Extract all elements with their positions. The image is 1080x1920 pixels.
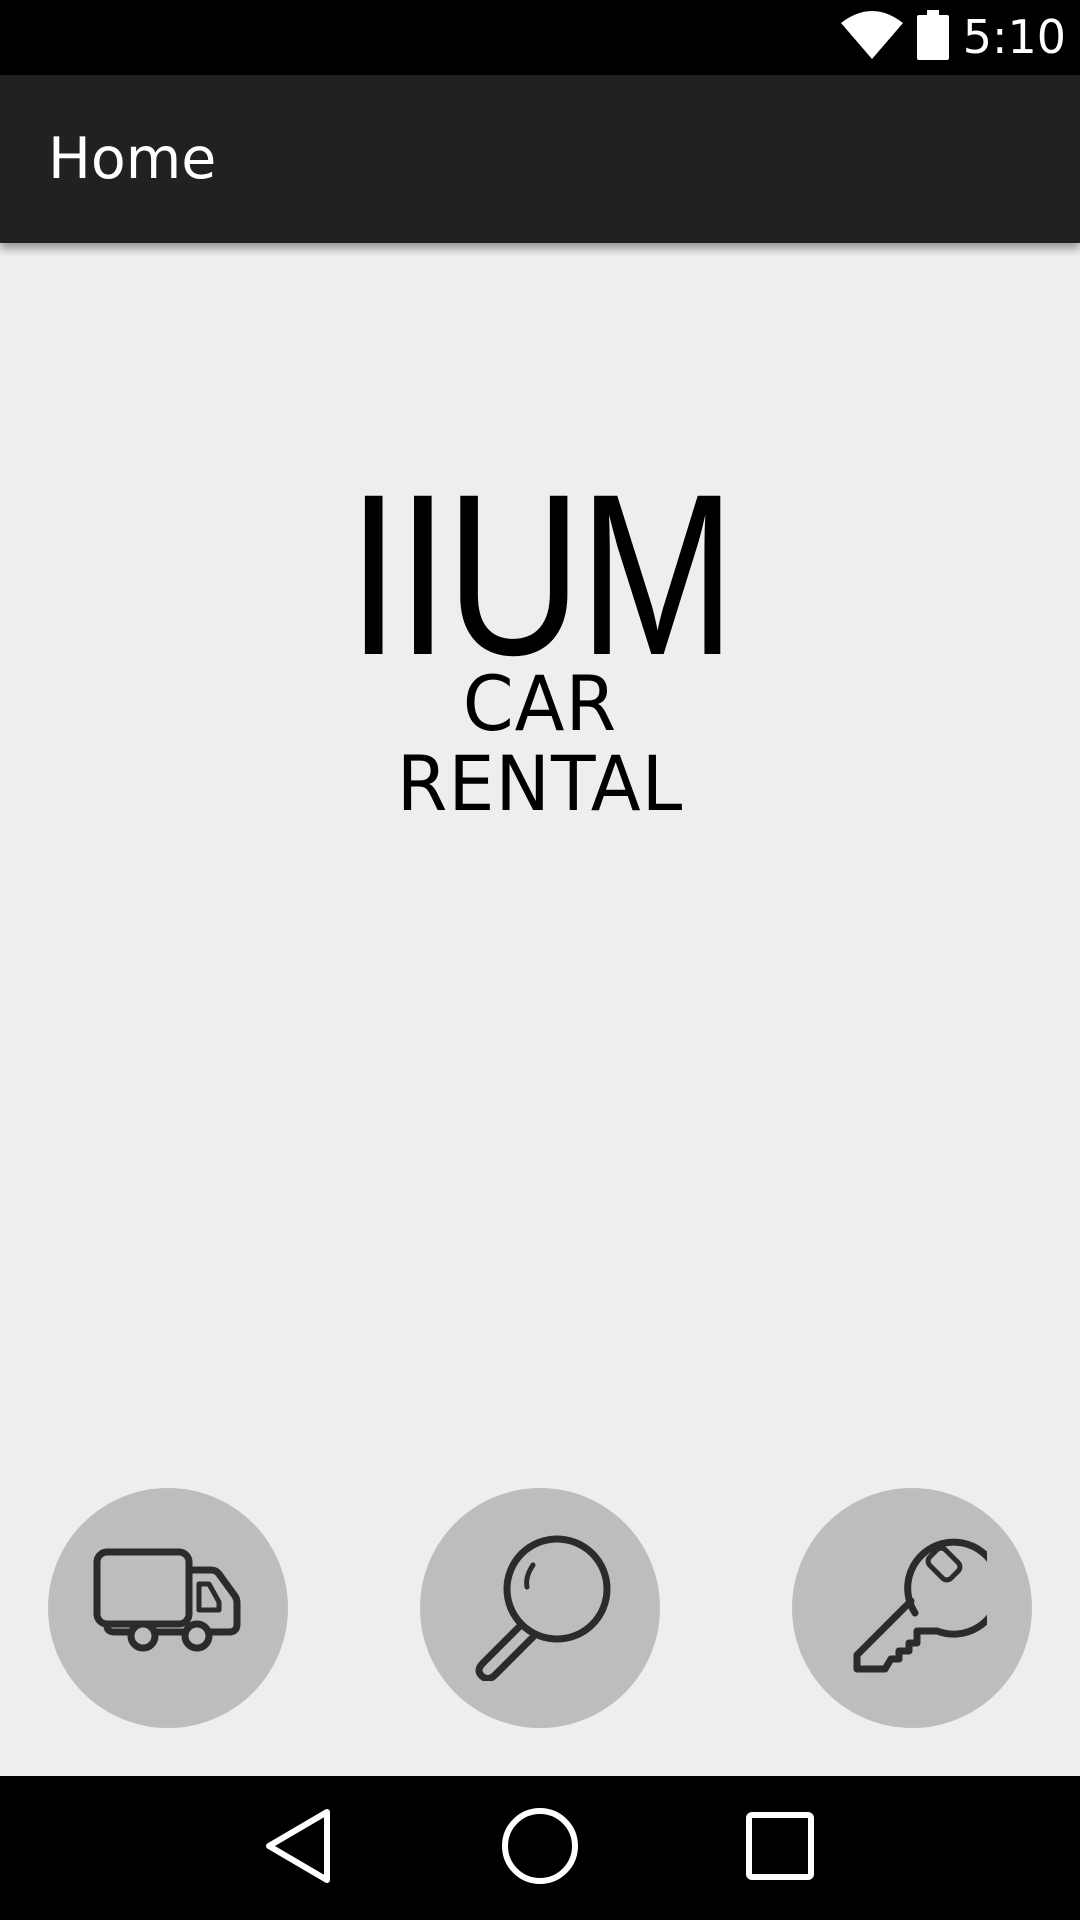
battery-icon [916,10,949,65]
logo-main-text: IIUM [347,446,736,703]
key-icon [837,1531,1004,1686]
app-bar: Home [0,75,1080,243]
navigation-bar [0,1776,1080,1920]
truck-icon [93,1546,243,1671]
key-button[interactable] [792,1488,1032,1728]
home-icon [500,1806,580,1891]
magnifier-icon [465,1531,615,1686]
app-logo: IIUM CAR RENTAL [300,446,780,828]
back-icon [263,1808,333,1889]
back-button[interactable] [228,1776,368,1920]
home-button[interactable] [470,1776,610,1920]
wifi-icon [840,11,903,64]
status-bar: 5:10 [0,0,1080,75]
recents-button[interactable] [710,1776,850,1920]
screen: 5:10 Home IIUM CAR RENTAL [0,0,1080,1920]
page-title: Home [48,126,217,192]
recents-icon [745,1811,815,1886]
status-time: 5:10 [962,10,1066,64]
logo-sub-text: CAR RENTAL [396,659,684,828]
status-icons: 5:10 [840,0,1066,75]
truck-button[interactable] [48,1488,288,1728]
search-button[interactable] [420,1488,660,1728]
